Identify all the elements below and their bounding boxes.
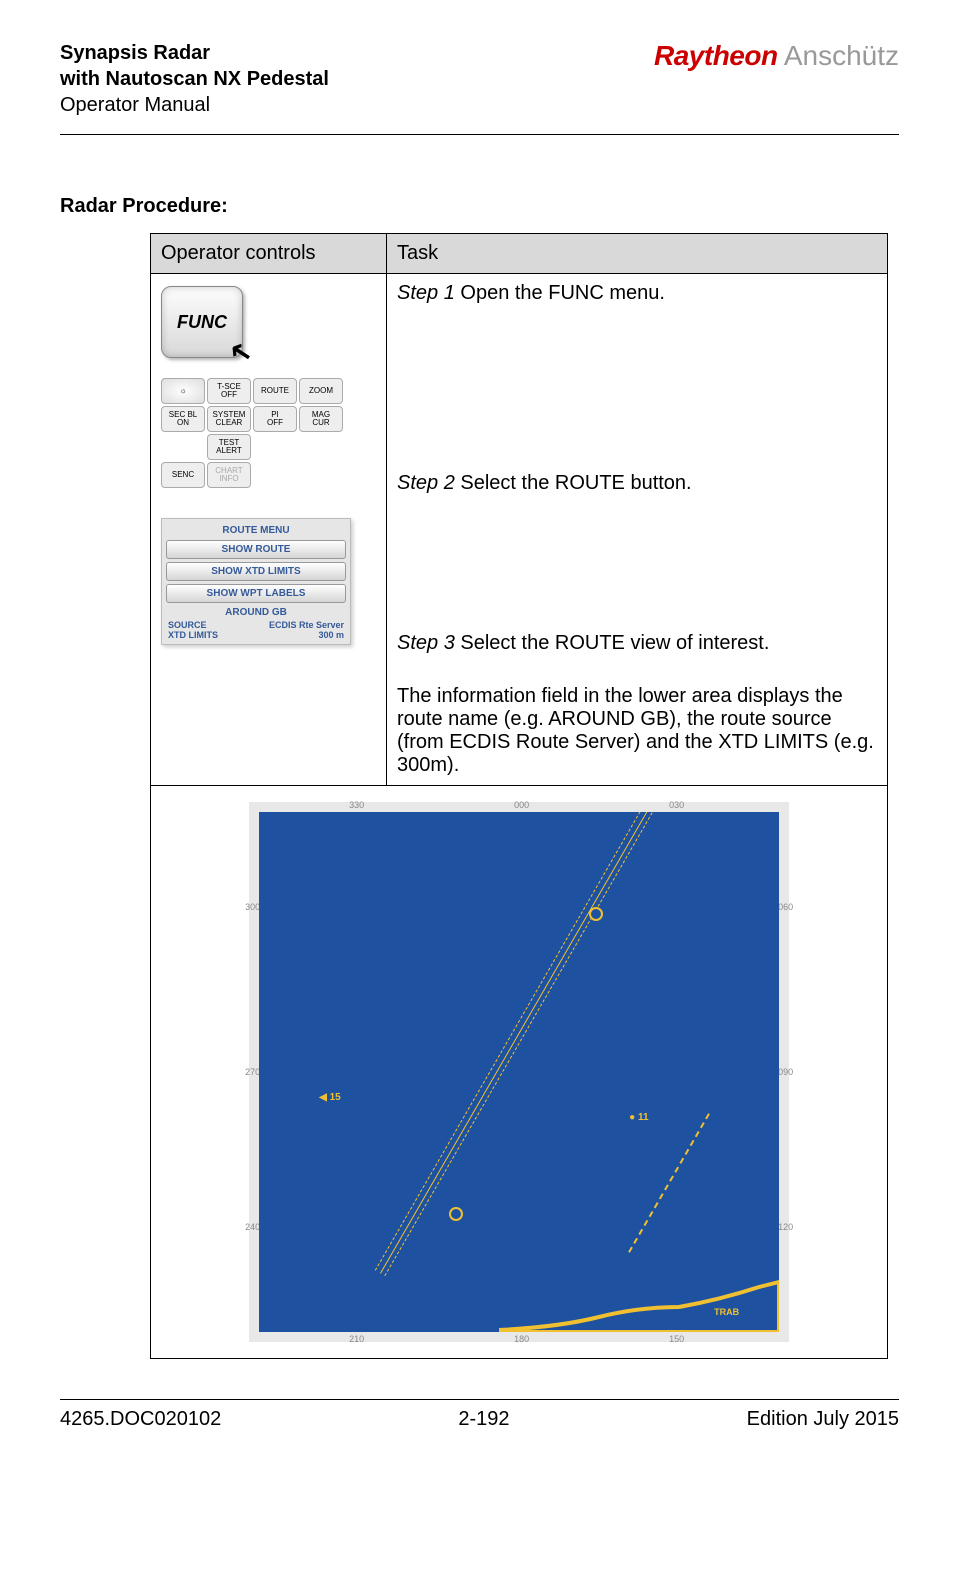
source-key: SOURCE: [168, 620, 207, 630]
footer-page: 2-192: [458, 1408, 509, 1431]
btn-show-wpt[interactable]: SHOW WPT LABELS: [166, 584, 346, 603]
tick-060: 060: [778, 902, 793, 912]
tick-180: 180: [514, 1334, 529, 1344]
step-1-text: Open the FUNC menu.: [455, 282, 665, 304]
tick-090: 090: [778, 1067, 793, 1077]
btn-magcur[interactable]: MAG CUR: [299, 406, 343, 432]
label-trab: TRAB: [714, 1307, 739, 1317]
btn-zoom[interactable]: ZOOM: [299, 378, 343, 404]
func-label: FUNC: [177, 312, 227, 333]
header-divider: [60, 134, 899, 135]
cursor-icon: ↖: [222, 333, 255, 372]
tick-240: 240: [245, 1222, 260, 1232]
btn-chartinfo[interactable]: CHART INFO: [207, 462, 251, 488]
func-button-graphic: FUNC ↖: [161, 286, 243, 358]
waypoint-1: [449, 1207, 463, 1221]
step-2: Step 2 Select the ROUTE button.: [397, 472, 877, 592]
radar-cell: 330 000 030 300 270 240 060 090 120 210 …: [151, 786, 888, 1359]
btn-sysclear[interactable]: SYSTEM CLEAR: [207, 406, 251, 432]
route-name: AROUND GB: [166, 607, 346, 618]
step-1: Step 1 Open the FUNC menu.: [397, 282, 877, 432]
btn-show-xtd[interactable]: SHOW XTD LIMITS: [166, 562, 346, 581]
step-3: Step 3 Select the ROUTE view of interest…: [397, 632, 877, 655]
header-title-block: Synapsis Radar with Nautoscan NX Pedesta…: [60, 40, 329, 118]
secondary-track: [628, 1113, 710, 1253]
btn-testalert[interactable]: TEST ALERT: [207, 434, 251, 460]
route-menu-title: ROUTE MENU: [166, 525, 346, 536]
tick-210: 210: [349, 1334, 364, 1344]
footer-doc: 4265.DOC020102: [60, 1408, 221, 1431]
footer-edition: Edition July 2015: [747, 1408, 899, 1431]
route-xtd-row: XTD LIMITS 300 m: [166, 630, 346, 640]
info-paragraph: The information field in the lower area …: [397, 685, 877, 777]
tick-330: 330: [349, 800, 364, 810]
btn-tsce[interactable]: T-SCE OFF: [207, 378, 251, 404]
tick-030: 030: [669, 800, 684, 810]
coastline: [499, 1272, 779, 1332]
source-value: ECDIS Rte Server: [269, 620, 344, 630]
brightness-icon[interactable]: ☼: [161, 378, 205, 404]
page-footer: 4265.DOC020102 2-192 Edition July 2015: [60, 1399, 899, 1431]
func-menu-grid: ☼ T-SCE OFF ROUTE ZOOM SEC BL ON SYSTEM …: [161, 378, 376, 488]
col-header-task: Task: [387, 234, 888, 274]
btn-show-route[interactable]: SHOW ROUTE: [166, 540, 346, 559]
btn-pi[interactable]: PI OFF: [253, 406, 297, 432]
tick-270: 270: [245, 1067, 260, 1077]
step-3-text: Select the ROUTE view of interest.: [455, 632, 770, 654]
route-centerline: [380, 812, 671, 1274]
tick-120: 120: [778, 1222, 793, 1232]
page-header: Synapsis Radar with Nautoscan NX Pedesta…: [60, 40, 899, 128]
route-corridor: [375, 812, 675, 1276]
step-2-text: Select the ROUTE button.: [455, 472, 692, 494]
brand-block: Raytheon Anschütz: [654, 40, 899, 72]
btn-senc[interactable]: SENC: [161, 462, 205, 488]
brand-primary: Raytheon: [654, 40, 778, 71]
procedure-table: Operator controls Task FUNC ↖ ☼ T-SCE OF…: [150, 233, 888, 1359]
marker-11: ● 11: [629, 1112, 648, 1123]
xtd-key: XTD LIMITS: [168, 630, 218, 640]
marker-15: ◀ 15: [319, 1092, 341, 1103]
step-1-label: Step 1: [397, 282, 455, 304]
route-menu-panel: ROUTE MENU SHOW ROUTE SHOW XTD LIMITS SH…: [161, 518, 351, 645]
route-source-row: SOURCE ECDIS Rte Server: [166, 620, 346, 630]
func-button[interactable]: FUNC ↖: [161, 286, 243, 358]
tick-150: 150: [669, 1334, 684, 1344]
btn-route[interactable]: ROUTE: [253, 378, 297, 404]
title-line-1: Synapsis Radar: [60, 40, 329, 66]
brand-secondary: Anschütz: [784, 40, 899, 71]
controls-cell: FUNC ↖ ☼ T-SCE OFF ROUTE ZOOM SEC BL ON …: [151, 274, 387, 786]
step-2-label: Step 2: [397, 472, 455, 494]
tick-300: 300: [245, 902, 260, 912]
xtd-value: 300 m: [318, 630, 344, 640]
step-3-label: Step 3: [397, 632, 455, 654]
subtitle: Operator Manual: [60, 92, 329, 118]
title-line-2: with Nautoscan NX Pedestal: [60, 66, 329, 92]
btn-secbl[interactable]: SEC BL ON: [161, 406, 205, 432]
radar-inner: ◀ 15 ● 11 TRAB: [259, 812, 779, 1332]
waypoint-2: [589, 907, 603, 921]
tick-000: 000: [514, 800, 529, 810]
radar-display: 330 000 030 300 270 240 060 090 120 210 …: [249, 802, 789, 1342]
col-header-controls: Operator controls: [151, 234, 387, 274]
section-title: Radar Procedure:: [60, 195, 899, 218]
task-cell: Step 1 Open the FUNC menu. Step 2 Select…: [387, 274, 888, 786]
